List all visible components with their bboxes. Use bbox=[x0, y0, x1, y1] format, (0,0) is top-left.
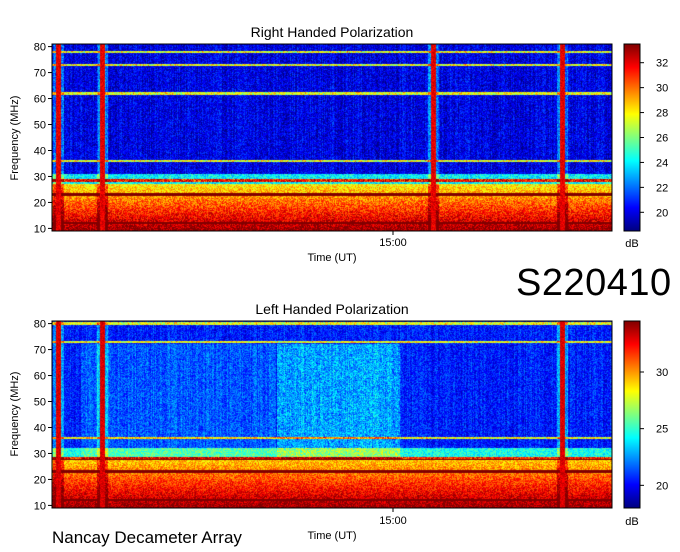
y-axis-label-left: Frequency (MHz) bbox=[9, 372, 21, 457]
colorbar-tick-label-26: 26 bbox=[656, 133, 668, 145]
panel-right-handed: Right Handed Polarization 10 20 30 40 50 60 70… bbox=[9, 24, 668, 264]
y-tick-label-10: 10 bbox=[34, 500, 46, 512]
panel-left-handed: Left Handed Polarization 10 20 30 40 50 60 70 8… bbox=[9, 301, 668, 542]
colorbar-unit-left: dB bbox=[625, 516, 638, 528]
colorbar-tick-label-32: 32 bbox=[656, 58, 668, 70]
colorbar-left-handed bbox=[623, 320, 641, 509]
colorbar-tick-label-25: 25 bbox=[656, 424, 668, 436]
colorbar-right-handed bbox=[623, 43, 641, 232]
colorbar-tick-label-30: 30 bbox=[656, 367, 668, 379]
instrument-name: Nancay Decameter Array bbox=[52, 528, 242, 547]
colorbar-ticks-left: 20 25 30 bbox=[640, 367, 668, 492]
y-tick-label-80: 80 bbox=[34, 319, 46, 331]
x-axis-label-right: Time (UT) bbox=[307, 252, 356, 264]
y-tick-label-20: 20 bbox=[34, 197, 46, 209]
y-tick-label-60: 60 bbox=[34, 94, 46, 106]
y-tick-label-20: 20 bbox=[34, 474, 46, 486]
colorbar-tick-label-22: 22 bbox=[656, 182, 668, 194]
x-axis-left-handed: 15:00 bbox=[379, 508, 407, 527]
colorbar-ticks-right: 20 22 24 26 28 30 32 bbox=[640, 58, 668, 219]
colorbar-tick-label-30: 30 bbox=[656, 83, 668, 95]
y-axis-left-handed: 10 20 30 40 50 60 70 80 bbox=[34, 319, 52, 512]
y-axis-label-right: Frequency (MHz) bbox=[9, 96, 21, 181]
y-tick-label-30: 30 bbox=[34, 448, 46, 460]
y-tick-label-40: 40 bbox=[34, 145, 46, 157]
heatmap-right-handed bbox=[52, 44, 612, 231]
y-tick-label-80: 80 bbox=[34, 42, 46, 54]
y-axis-right-handed: 10 20 30 40 50 60 70 80 bbox=[34, 42, 52, 235]
observation-id: S220410 bbox=[516, 262, 672, 304]
y-tick-label-10: 10 bbox=[34, 223, 46, 235]
colorbar-tick-label-24: 24 bbox=[656, 157, 668, 169]
y-tick-label-70: 70 bbox=[34, 68, 46, 80]
y-tick-label-30: 30 bbox=[34, 171, 46, 183]
colorbar-tick-label-20: 20 bbox=[656, 207, 668, 219]
x-tick-label-left: 15:00 bbox=[379, 515, 407, 527]
title-right-handed: Right Handed Polarization bbox=[251, 24, 414, 40]
y-tick-label-50: 50 bbox=[34, 120, 46, 132]
y-tick-label-60: 60 bbox=[34, 371, 46, 383]
y-tick-label-70: 70 bbox=[34, 345, 46, 357]
y-tick-label-40: 40 bbox=[34, 422, 46, 434]
heatmap-left-handed bbox=[52, 321, 612, 508]
title-left-handed: Left Handed Polarization bbox=[255, 301, 408, 317]
colorbar-unit-right: dB bbox=[625, 238, 638, 250]
colorbar-tick-label-28: 28 bbox=[656, 108, 668, 120]
x-axis-right-handed: 15:00 bbox=[379, 231, 407, 249]
x-axis-label-left: Time (UT) bbox=[307, 530, 356, 542]
y-tick-label-50: 50 bbox=[34, 397, 46, 409]
colorbar-tick-label-20: 20 bbox=[656, 480, 668, 492]
x-tick-label-right: 15:00 bbox=[379, 237, 407, 249]
